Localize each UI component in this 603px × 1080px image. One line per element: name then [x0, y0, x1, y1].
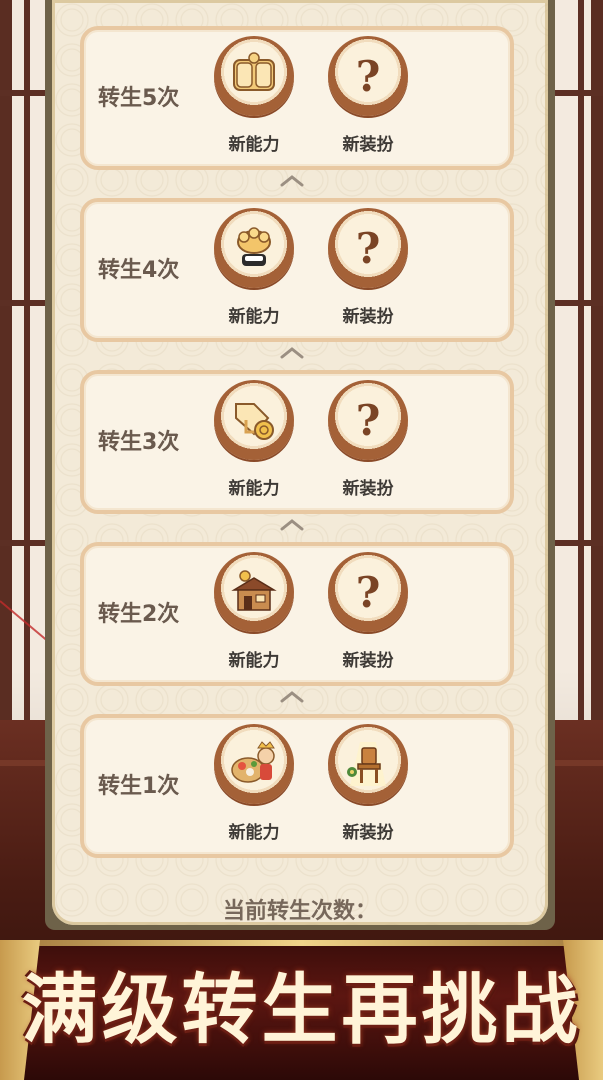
question-mark-icon[interactable]: ? [328, 36, 408, 116]
shop-building-icon[interactable] [214, 552, 294, 632]
rebirth-level-label: 转生5次 [98, 86, 180, 111]
new-outfit-slot[interactable]: ? 新装扮 [326, 380, 410, 499]
chevron-up-icon [280, 347, 304, 359]
new-ability-slot[interactable]: 新能力 [212, 36, 296, 155]
current-rebirth-count: 当前转生次数： [222, 899, 377, 924]
new-ability-label: 新能力 [228, 479, 280, 499]
new-outfit-label: 新装扮 [342, 135, 394, 155]
question-mark-icon[interactable]: ? [328, 208, 408, 288]
rebirth-panel[interactable]: 转生5次 新能力 ? 新装扮 转生4次 新能力 ? 新装扮 转生3次 新能力 ?… [52, 0, 548, 925]
chevron-up-icon [280, 691, 304, 703]
chevron-up-icon [280, 175, 304, 187]
shoji-bar [24, 0, 30, 830]
rebirth-level-label: 转生4次 [98, 258, 180, 283]
rebirth-level-label: 转生1次 [98, 774, 180, 799]
sushi-bun-icon[interactable] [214, 208, 294, 288]
new-outfit-slot[interactable]: ? 新装扮 [326, 552, 410, 671]
tag-coin-icon[interactable] [214, 380, 294, 460]
shoji-bar [578, 0, 584, 830]
new-outfit-label: 新装扮 [342, 651, 394, 671]
new-ability-label: 新能力 [228, 651, 280, 671]
rebirth-row-1: 转生1次 新能力 新装扮 [80, 714, 514, 858]
unknown-glyph: ? [355, 395, 381, 445]
question-mark-icon[interactable]: ? [328, 380, 408, 460]
chevron-up-icon [280, 519, 304, 531]
new-outfit-slot[interactable]: 新装扮 [326, 724, 410, 843]
rebirth-level-label: 转生2次 [98, 602, 180, 627]
food-platter-chef-icon[interactable] [214, 724, 294, 804]
new-outfit-label: 新装扮 [342, 307, 394, 327]
new-ability-slot[interactable]: 新能力 [212, 552, 296, 671]
new-outfit-slot[interactable]: ? 新装扮 [326, 36, 410, 155]
new-ability-label: 新能力 [228, 823, 280, 843]
new-ability-label: 新能力 [228, 135, 280, 155]
rebirth-row-5: 转生5次 新能力 ? 新装扮 [80, 26, 514, 170]
rebirth-row-3: 转生3次 新能力 ? 新装扮 [80, 370, 514, 514]
new-outfit-label: 新装扮 [342, 479, 394, 499]
new-ability-slot[interactable]: 新能力 [212, 380, 296, 499]
new-ability-label: 新能力 [228, 307, 280, 327]
unknown-glyph: ? [355, 223, 381, 273]
new-ability-slot[interactable]: 新能力 [212, 724, 296, 843]
new-outfit-slot[interactable]: ? 新装扮 [326, 208, 410, 327]
banner-gold-edge [0, 940, 603, 946]
unknown-glyph: ? [355, 567, 381, 617]
promo-slogan: 满级转生再挑战 [21, 965, 582, 1054]
rebirth-row-2: 转生2次 新能力 ? 新装扮 [80, 542, 514, 686]
coin-scroll-icon[interactable] [214, 36, 294, 116]
new-outfit-label: 新装扮 [342, 823, 394, 843]
rebirth-level-label: 转生3次 [98, 430, 180, 455]
question-mark-icon[interactable]: ? [328, 552, 408, 632]
rebirth-row-4: 转生4次 新能力 ? 新装扮 [80, 198, 514, 342]
wooden-chair-icon[interactable] [328, 724, 408, 804]
unknown-glyph: ? [355, 51, 381, 101]
new-ability-slot[interactable]: 新能力 [212, 208, 296, 327]
